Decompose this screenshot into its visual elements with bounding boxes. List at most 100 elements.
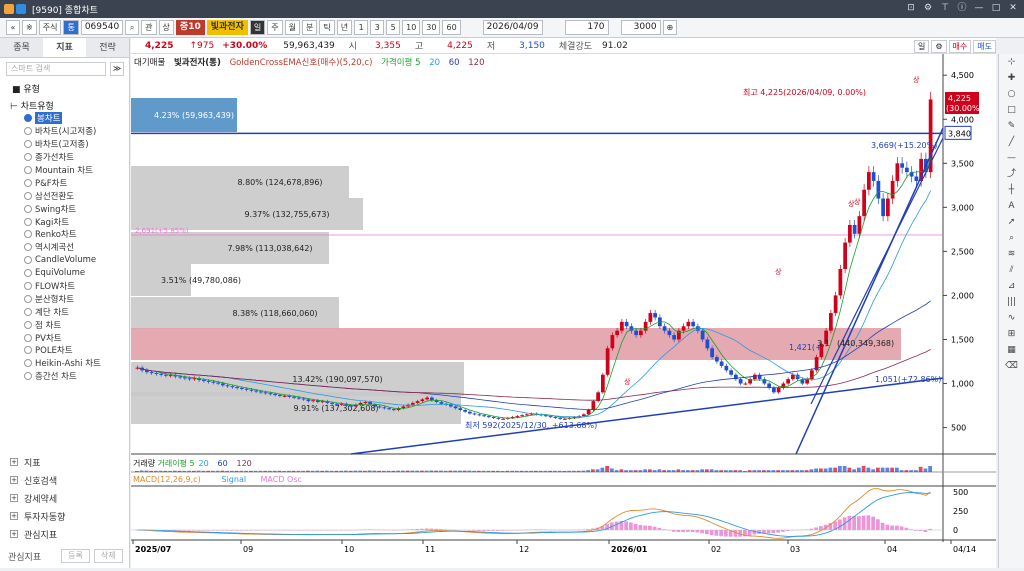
search-icon[interactable]: ⌕ [125, 20, 140, 35]
radio-icon[interactable] [24, 166, 32, 174]
radio-icon[interactable] [24, 359, 32, 368]
interval-60-button[interactable]: 60 [442, 20, 461, 35]
radio-icon[interactable] [24, 191, 32, 200]
collapse-icon[interactable]: ≫ [110, 62, 124, 76]
chart-type-item[interactable]: EquiVolume [24, 267, 129, 280]
radio-icon[interactable] [24, 243, 32, 252]
register-button[interactable]: 등록 [61, 549, 90, 563]
radio-icon[interactable] [24, 307, 32, 316]
period-week-button[interactable]: 주 [267, 20, 283, 35]
magnify-icon[interactable]: ⌕ [1002, 231, 1022, 246]
chart-type-item[interactable]: Kagi차트 [24, 215, 129, 228]
tab-stocks[interactable]: 종목 [0, 38, 43, 57]
radio-icon[interactable] [24, 346, 32, 355]
indicator-group-item[interactable]: + 지표 [0, 453, 130, 471]
settings-icon[interactable]: ⚙ [931, 40, 947, 53]
indicator-group-item[interactable]: + 신호검색 [0, 471, 130, 489]
period-minute-button[interactable]: 분 [301, 20, 318, 35]
info-icon[interactable]: ⓘ [955, 2, 969, 15]
radio-icon[interactable] [24, 269, 32, 278]
sang-button[interactable]: 상 [158, 20, 174, 35]
wave-icon[interactable]: ∿ [1002, 311, 1022, 326]
gann-icon[interactable]: ⊿ [1002, 279, 1022, 294]
chart-type-item[interactable]: 바차트(시고저종) [24, 125, 129, 138]
indicator-group-item[interactable]: + 투자자동향 [0, 507, 130, 525]
count2-input[interactable]: 3000 [620, 20, 661, 35]
interval-5-button[interactable]: 5 [386, 20, 401, 35]
chart-type-item[interactable]: Mountain 차트 [24, 164, 129, 177]
radio-icon[interactable] [24, 320, 32, 329]
buy-button[interactable]: 매수 [948, 40, 972, 53]
pin-icon[interactable]: ⊤ [938, 2, 952, 15]
chart-area[interactable]: 4,500 4,000 3,500 3,000 2,500 2,000 1,500 1,000… [131, 54, 996, 568]
close-icon[interactable]: ✕ [1006, 2, 1020, 15]
expand-icon[interactable]: + [10, 476, 18, 484]
chart-type-item[interactable]: Swing차트 [24, 202, 129, 215]
grid-icon[interactable]: ⊞ [1002, 327, 1022, 342]
chart-type-item[interactable]: 바차트(고저종) [24, 138, 129, 151]
period-day-button[interactable]: 일 [249, 20, 266, 35]
chart-icon[interactable]: ▦ [1002, 343, 1022, 358]
chart-type-item[interactable]: 봉차트 [24, 112, 129, 125]
channel-icon[interactable]: ⫽ [1002, 263, 1022, 278]
pen-icon[interactable]: ✎ [1002, 119, 1022, 134]
help-icon[interactable] [16, 4, 26, 14]
expand-icon[interactable]: + [10, 458, 18, 466]
expand-icon[interactable]: + [10, 530, 18, 538]
interval-10-button[interactable]: 10 [402, 20, 421, 35]
chart-type-item[interactable]: Heikin-Ashi 차트 [24, 357, 129, 370]
tab-strategy[interactable]: 전략 [86, 38, 129, 57]
radio-icon[interactable] [24, 294, 32, 303]
radio-icon[interactable] [24, 333, 32, 342]
chart-type-item[interactable]: 계단 차트 [24, 305, 129, 318]
chart-type-item[interactable]: 역시계곡선 [24, 241, 129, 254]
minimize-icon[interactable]: — [972, 2, 986, 15]
link-icon[interactable]: ⊡ [904, 2, 918, 15]
expand-icon[interactable]: + [10, 512, 18, 520]
indicator-group-item[interactable]: + 관심지표 [0, 525, 130, 543]
vline-icon[interactable]: ┼ [1002, 183, 1022, 198]
arrow-icon[interactable]: ➚ [1002, 215, 1022, 230]
pin-button[interactable]: ※ [22, 20, 37, 35]
stock-code-input[interactable]: 069540 [80, 20, 124, 35]
chart-type-item[interactable]: 분산형차트 [24, 292, 129, 305]
rect-icon[interactable]: □ [1002, 103, 1022, 118]
chart-type-item[interactable]: 삼선전환도 [24, 189, 129, 202]
chart-type-item[interactable]: Renko차트 [24, 228, 129, 241]
trendline-icon[interactable]: ╱ [1002, 135, 1022, 150]
expand-icon[interactable]: + [10, 494, 18, 502]
radio-icon[interactable] [24, 127, 32, 136]
period-month-button[interactable]: 월 [284, 20, 300, 35]
settings-icon[interactable]: ⚙ [921, 2, 935, 15]
chart-svg[interactable]: 4,500 4,000 3,500 3,000 2,500 2,000 1,500 1,000… [131, 54, 996, 568]
hline-icon[interactable]: — [1002, 151, 1022, 166]
code-flag[interactable]: 통 [63, 20, 79, 35]
radio-icon[interactable] [24, 256, 32, 265]
interval-1-button[interactable]: 1 [354, 20, 369, 35]
radio-icon[interactable] [24, 153, 32, 162]
interval-30-button[interactable]: 30 [422, 20, 441, 35]
chart-type-item[interactable]: P&F차트 [24, 176, 129, 189]
interval-3-button[interactable]: 3 [370, 20, 385, 35]
delete-button[interactable]: 삭제 [93, 549, 123, 563]
chart-type-item[interactable]: POLE차트 [24, 344, 129, 357]
market-select[interactable]: 주식 [38, 20, 62, 35]
radio-icon[interactable] [24, 140, 32, 149]
period-tick-button[interactable]: 틱 [319, 20, 335, 35]
smart-search-input[interactable]: 스마트 검색 [6, 62, 106, 76]
radio-icon[interactable] [24, 372, 32, 381]
maximize-icon[interactable]: □ [989, 2, 1003, 15]
chart-type-item[interactable]: 층간선 차트 [24, 370, 129, 383]
tab-indicators[interactable]: 지표 [43, 38, 86, 57]
tree-chart-type[interactable]: ⊢ 차트유형 [10, 99, 129, 112]
radio-icon[interactable] [24, 114, 32, 123]
chart-type-item[interactable]: FLOW차트 [24, 280, 129, 293]
crosshair-icon[interactable]: ✚ [1002, 71, 1022, 86]
period-year-button[interactable]: 년 [336, 20, 353, 35]
sell-button[interactable]: 매도 [973, 40, 996, 53]
radio-icon[interactable] [24, 217, 32, 226]
text-icon[interactable]: A [1002, 199, 1022, 214]
tree-group-type[interactable]: ■ 유형 [12, 82, 129, 95]
day-button[interactable]: 일 [913, 40, 930, 53]
indicator-group-item[interactable]: + 강세약세 [0, 489, 130, 507]
